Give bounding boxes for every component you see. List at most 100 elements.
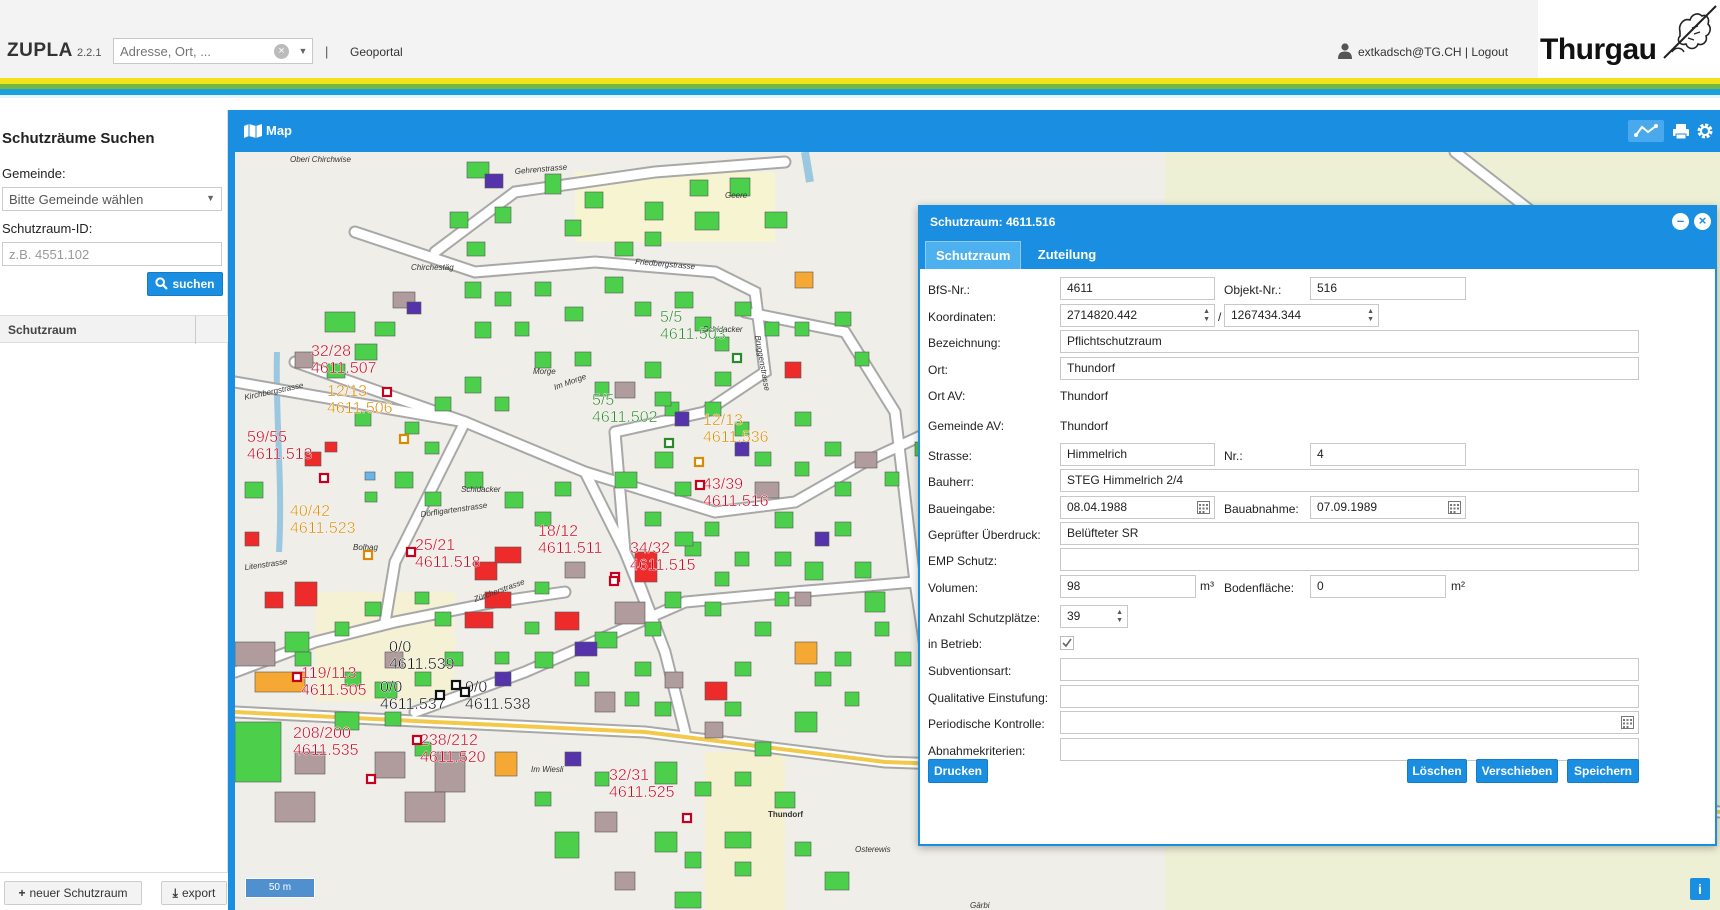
shelter-count-label: 208/200 — [293, 725, 351, 742]
shelter-marker[interactable] — [731, 352, 743, 364]
shelter-marker[interactable] — [365, 773, 377, 785]
address-search-input[interactable] — [120, 43, 270, 60]
sidebar-footer: + neuer Schutzraum ⤓ export — [0, 872, 228, 910]
search-sidebar: Schutzräume Suchen Gemeinde: Bitte Gemei… — [0, 110, 228, 910]
dialog-header[interactable]: Schutzraum: 4611.516 – × — [920, 207, 1715, 237]
shelter-marker[interactable] — [434, 689, 446, 701]
subventionsart-input[interactable] — [1060, 658, 1639, 681]
building — [674, 531, 694, 547]
bauabnahme-input[interactable]: 07.09.1989 — [1310, 496, 1466, 519]
bauherr-input[interactable]: STEG Himmelrich 2/4 — [1060, 469, 1639, 492]
building — [235, 721, 282, 783]
shelter-marker[interactable] — [663, 437, 675, 449]
spinner-icon[interactable]: ▲ ▼ — [1367, 308, 1374, 324]
shelter-count-label: 34/32 — [630, 540, 670, 557]
verschieben-button[interactable]: Verschieben — [1476, 759, 1558, 783]
building — [584, 191, 604, 209]
building — [674, 481, 692, 497]
minimize-icon[interactable]: – — [1672, 213, 1689, 230]
spinner-icon[interactable]: ▲ ▼ — [1203, 308, 1210, 324]
street-label: Osterewis — [855, 845, 891, 854]
thurgau-logo: Thurgau — [1538, 0, 1720, 78]
shelter-marker[interactable] — [381, 386, 393, 398]
building — [594, 771, 610, 787]
grid-column-schutzraum[interactable]: Schutzraum — [8, 323, 77, 337]
emp-input[interactable] — [1060, 548, 1639, 571]
shelter-marker[interactable] — [450, 679, 462, 691]
calendar-icon[interactable] — [1197, 501, 1210, 514]
spinner-icon[interactable]: ▲ ▼ — [1116, 609, 1123, 625]
objekt-input[interactable]: 516 — [1310, 277, 1466, 300]
search-button[interactable]: suchen — [147, 272, 223, 296]
ort-input[interactable]: Thundorf — [1060, 357, 1639, 380]
column-divider[interactable] — [195, 316, 196, 344]
schutzraum-id-input[interactable] — [2, 242, 222, 266]
building — [494, 546, 522, 564]
shelter-marker[interactable] — [459, 686, 471, 698]
shelter-marker[interactable] — [694, 479, 706, 491]
bodenflaeche-input[interactable]: 0 — [1310, 575, 1446, 598]
calendar-icon[interactable] — [1621, 716, 1634, 729]
volumen-input[interactable]: 98 — [1060, 575, 1196, 598]
tab-zuteilung[interactable]: Zuteilung — [1024, 241, 1110, 269]
tab-schutzraum[interactable]: Schutzraum — [925, 241, 1021, 269]
user-logout-link[interactable]: extkadsch@TG.CH | Logout — [1358, 45, 1508, 59]
building — [374, 751, 406, 779]
brand-stripe-light — [0, 95, 1720, 98]
building — [734, 861, 752, 877]
shelter-count-label: 40/42 — [290, 503, 330, 520]
shelter-marker[interactable] — [693, 456, 705, 468]
in-betrieb-checkbox[interactable] — [1060, 636, 1074, 650]
measure-tool-button[interactable] — [1628, 120, 1664, 142]
shelter-marker[interactable] — [291, 671, 303, 683]
shelter-marker[interactable] — [362, 549, 374, 561]
shelter-marker[interactable] — [405, 546, 417, 558]
abnahmekriterien-input[interactable] — [1060, 738, 1639, 761]
koordinate-y-input[interactable]: 1267434.344 ▲ ▼ — [1224, 304, 1379, 327]
info-button[interactable]: i — [1690, 878, 1710, 900]
drucken-button[interactable]: Drucken — [928, 759, 988, 783]
chevron-down-icon[interactable]: ▼ — [296, 42, 310, 60]
shelter-marker[interactable] — [608, 575, 620, 587]
koordinate-x-input[interactable]: 2714820.442 ▲ ▼ — [1060, 304, 1215, 327]
building — [574, 671, 590, 687]
kontrolle-input[interactable] — [1060, 711, 1639, 734]
shelter-count-label: 5/5 — [592, 392, 614, 409]
baueingabe-input[interactable]: 08.04.1988 — [1060, 496, 1215, 519]
settings-button[interactable] — [1695, 120, 1715, 142]
shelter-id-label: 4611.523 — [290, 520, 356, 537]
bfs-input[interactable]: 4611 — [1060, 277, 1215, 300]
chevron-down-icon[interactable]: ▼ — [206, 193, 215, 203]
clear-icon[interactable]: × — [274, 44, 289, 59]
export-button[interactable]: ⤓ export — [161, 881, 227, 905]
shelter-marker[interactable] — [398, 433, 410, 445]
print-button[interactable] — [1671, 120, 1691, 142]
speichern-button[interactable]: Speichern — [1567, 759, 1639, 783]
loeschen-button[interactable]: Löschen — [1407, 759, 1467, 783]
building — [724, 701, 742, 717]
shelter-marker[interactable] — [318, 472, 330, 484]
calendar-icon[interactable] — [1448, 501, 1461, 514]
shelter-marker[interactable] — [681, 812, 693, 824]
new-shelter-button[interactable]: + neuer Schutzraum — [4, 881, 142, 905]
koordinate-y-value: 1267434.344 — [1231, 308, 1302, 322]
schutzplaetze-input[interactable]: 39 ▲ ▼ — [1060, 605, 1128, 628]
gemeinde-select[interactable]: Bitte Gemeinde wählen ▼ — [2, 187, 222, 211]
shelter-id-label: 4611.505 — [301, 682, 367, 699]
shelter-marker[interactable] — [411, 734, 423, 746]
geoportal-link[interactable]: Geoportal — [350, 45, 403, 59]
strasse-input[interactable]: Himmelrich — [1060, 443, 1215, 466]
building — [614, 241, 634, 257]
nr-input[interactable]: 4 — [1310, 443, 1466, 466]
building — [854, 351, 870, 367]
scale-bar: 50 m — [245, 878, 315, 898]
lion-emblem-icon — [1663, 5, 1717, 59]
building — [774, 551, 792, 567]
building — [534, 351, 552, 369]
ueberdruck-input[interactable]: Belüfteter SR — [1060, 522, 1639, 545]
building — [494, 751, 518, 777]
bezeichnung-input[interactable]: Pflichtschutzraum — [1060, 330, 1639, 353]
close-icon[interactable]: × — [1694, 213, 1711, 230]
address-search-combo[interactable]: × ▼ — [113, 38, 313, 64]
einstufung-input[interactable] — [1060, 685, 1639, 708]
